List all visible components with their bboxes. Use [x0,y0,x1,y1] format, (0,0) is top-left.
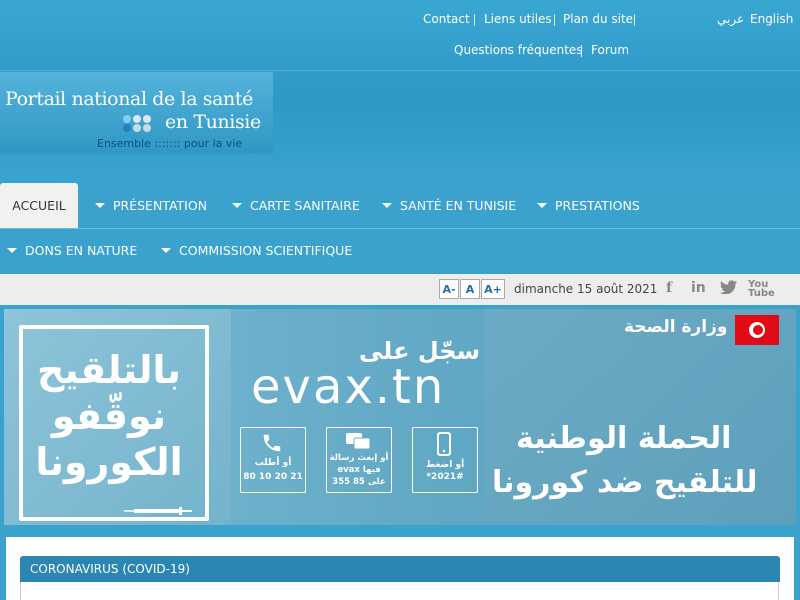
chevron-down-icon [95,203,105,208]
link-contact[interactable]: Contact [423,12,470,26]
ussd-code: *2021# [426,472,464,482]
chevron-down-icon [537,203,547,208]
separator [554,14,555,26]
separator [474,14,475,26]
nav-label: PRÉSENTATION [113,198,208,213]
logo-title-line1: Portail national de la santé [5,88,253,110]
font-increase-button[interactable]: A+ [481,279,505,299]
link-faq[interactable]: Questions fréquentes [454,43,583,57]
vaccination-banner[interactable]: بالتلقيح نوقّفو الكورونا سجّل على evax.t… [4,309,796,525]
call-card: أو أطلب 80 10 20 21 [240,427,306,493]
covid-panel-column [20,582,410,600]
banner-left-panel: بالتلقيح نوقّفو الكورونا [4,309,231,525]
syringe-icon [124,507,192,515]
logo-tagline: Ensemble ::::::: pour la vie [97,137,243,150]
nav-label: DONS EN NATURE [25,243,138,258]
slogan-text: بالتلقيح نوقّفو الكورونا [29,347,189,485]
tunisia-flag-icon [735,315,779,345]
slogan-line3: الكورونا [35,440,183,484]
nav-label: SANTÉ EN TUNISIE [400,198,517,213]
nav-commission-scientifique[interactable]: COMMISSION SCIENTIFIQUE [161,228,352,273]
slogan-line1: بالتلقيح [36,348,182,392]
linkedin-icon[interactable]: in [691,280,706,296]
call-text: أو أطلب [254,458,292,468]
nav-divider [0,228,800,229]
ministry-name: وزارة الصحة [624,317,728,337]
ussd-card: أو اضغط *2021# [412,427,478,493]
facebook-icon[interactable]: f [666,280,672,296]
mobile-phone-icon [437,432,451,456]
sms-text-2: evax فيها [337,465,381,475]
top-links-bar: Contact Liens utiles Plan du site عربي E… [0,12,800,57]
current-date: dimanche 15 août 2021 [514,282,658,296]
slogan-line2: نوقّفو [51,394,167,438]
covid-panel-title: CORONAVIRUS (COVID-19) [30,562,190,576]
evax-url[interactable]: evax.tn [251,359,445,415]
link-english[interactable]: English [750,12,793,26]
logo-dots-icon [123,115,161,133]
nav-label: CARTE SANITAIRE [250,198,360,213]
chevron-down-icon [161,248,171,253]
nav-dons-en-nature[interactable]: DONS EN NATURE [7,228,137,273]
ussd-text: أو اضغط [425,460,465,470]
link-liens-utiles[interactable]: Liens utiles [484,12,552,26]
nav-label: COMMISSION SCIENTIFIQUE [179,243,353,258]
utility-toolbar: A- A A+ dimanche 15 août 2021 f in You Tu… [0,274,800,306]
nav-carte-sanitaire[interactable]: CARTE SANITAIRE [232,183,360,228]
link-plan-du-site[interactable]: Plan du site [563,12,633,26]
chevron-down-icon [382,203,392,208]
nav-prestations[interactable]: PRESTATIONS [537,183,640,228]
nav-sante-en-tunisie[interactable]: SANTÉ EN TUNISIE [382,183,516,228]
covid-panel-header[interactable]: CORONAVIRUS (COVID-19) [20,556,780,582]
chat-icon [346,433,370,450]
sms-text-3: على 85 355 [332,477,386,487]
youtube-icon[interactable]: You Tube [748,280,775,299]
nav-accueil[interactable]: ACCUEIL [0,183,78,228]
link-forum[interactable]: Forum [591,43,629,57]
campaign-title-line1: الحملة الوطنية [516,421,732,456]
chevron-down-icon [7,248,17,253]
covid-panel-column [408,582,779,600]
campaign-title-line2: للتلقيح ضد كورونا [492,465,758,500]
call-number: 80 10 20 21 [243,472,303,482]
logo-title-line2: en Tunisie [165,111,261,133]
nav-label: ACCUEIL [12,198,66,213]
separator [634,14,635,26]
font-normal-button[interactable]: A [460,279,480,299]
phone-icon [263,434,281,452]
nav-label: PRESTATIONS [555,198,640,213]
chevron-down-icon [232,203,242,208]
separator [581,45,582,57]
sms-text-1: أو إبعث رسالة [329,453,389,463]
font-decrease-button[interactable]: A- [439,279,459,299]
nav-presentation[interactable]: PRÉSENTATION [95,183,207,228]
link-arabic[interactable]: عربي [717,12,744,26]
sms-card: أو إبعث رسالة evax فيها على 85 355 [326,427,392,493]
twitter-icon[interactable] [720,280,738,298]
